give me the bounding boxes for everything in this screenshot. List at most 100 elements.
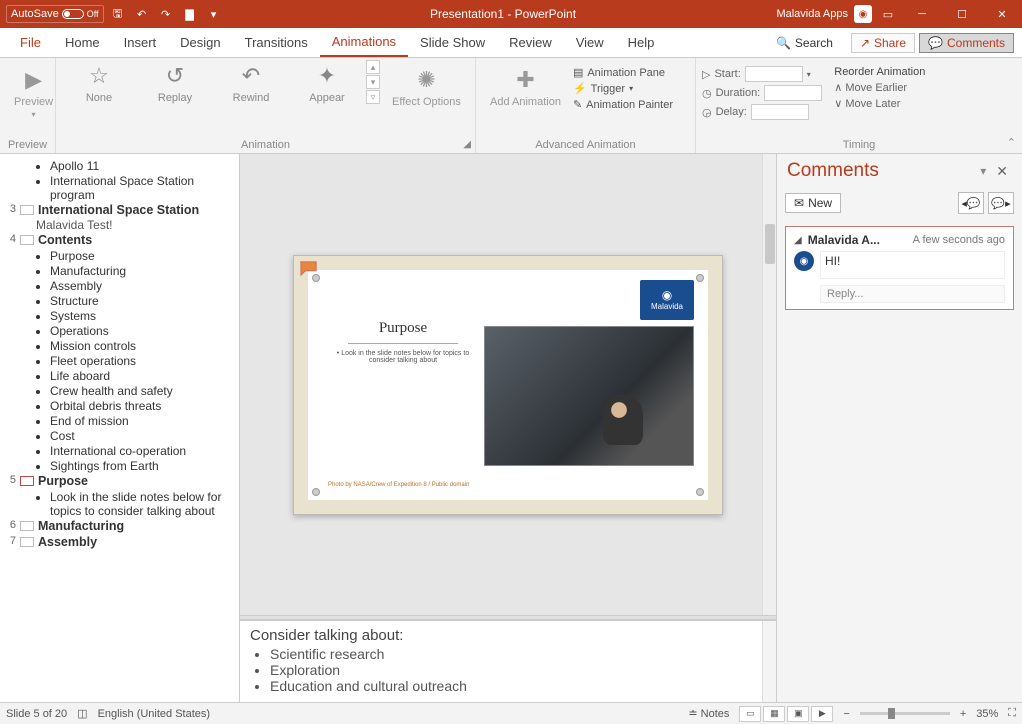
- tab-help[interactable]: Help: [616, 28, 667, 57]
- slide-title[interactable]: Purpose: [328, 320, 478, 341]
- tab-review[interactable]: Review: [497, 28, 564, 57]
- comment-thread[interactable]: ◢ Malavida A... A few seconds ago ◉ HI! …: [785, 226, 1014, 310]
- slideshow-view-button[interactable]: ▶: [811, 706, 833, 722]
- tab-transitions[interactable]: Transitions: [233, 28, 320, 57]
- fit-to-window-button[interactable]: ⛶: [1008, 707, 1016, 720]
- start-from-beginning-icon[interactable]: ▇: [180, 4, 200, 24]
- outline-bullet[interactable]: Purpose: [50, 248, 239, 263]
- outline-subtitle[interactable]: Malavida Test!: [4, 218, 239, 232]
- outline-bullet[interactable]: Structure: [50, 293, 239, 308]
- next-comment-button[interactable]: 💬▸: [988, 192, 1014, 214]
- tab-animations[interactable]: Animations: [320, 28, 408, 57]
- notes-scrollbar[interactable]: [762, 621, 776, 702]
- delay-input[interactable]: [751, 104, 809, 120]
- outline-bullet[interactable]: Sightings from Earth: [50, 458, 239, 473]
- notes-toggle[interactable]: ≐ Notes: [688, 707, 729, 720]
- zoom-in-button[interactable]: +: [960, 708, 966, 720]
- language-status[interactable]: English (United States): [98, 708, 211, 720]
- canvas-scrollbar[interactable]: [762, 154, 776, 615]
- user-avatar-icon[interactable]: ◉: [854, 5, 872, 23]
- close-button[interactable]: ✕: [982, 0, 1022, 28]
- ribbon-display-icon[interactable]: ▭: [878, 4, 898, 24]
- outline-slide-4[interactable]: 4Contents: [4, 232, 239, 248]
- outline-slide-5[interactable]: 5Purpose: [4, 473, 239, 489]
- outline-bullet[interactable]: Mission controls: [50, 338, 239, 353]
- prev-comment-button[interactable]: ◂💬: [958, 192, 984, 214]
- start-input[interactable]: [745, 66, 803, 82]
- undo-icon[interactable]: ↶: [132, 4, 152, 24]
- outline-bullet[interactable]: End of mission: [50, 413, 239, 428]
- effect-options-button[interactable]: ✺Effect Options: [384, 60, 469, 114]
- outline-bullet[interactable]: Operations: [50, 323, 239, 338]
- outline-bullet[interactable]: International co-operation: [50, 443, 239, 458]
- outline-bullet[interactable]: Assembly: [50, 278, 239, 293]
- user-name[interactable]: Malavida Apps: [776, 8, 848, 20]
- animation-pane-button[interactable]: ▤Animation Pane: [573, 66, 673, 79]
- comments-pane-close[interactable]: ✕: [992, 163, 1012, 180]
- notes-heading[interactable]: Consider talking about:: [250, 627, 766, 644]
- outline-pane[interactable]: Apollo 11 International Space Station pr…: [0, 154, 240, 702]
- new-comment-button[interactable]: ✉New: [785, 193, 841, 213]
- slide-body[interactable]: • Look in the slide notes below for topi…: [328, 350, 478, 364]
- outline-bullet[interactable]: Cost: [50, 428, 239, 443]
- outline-bullet[interactable]: Manufacturing: [50, 263, 239, 278]
- tab-design[interactable]: Design: [168, 28, 232, 57]
- notes-pane[interactable]: Consider talking about: Scientific resea…: [240, 620, 776, 702]
- outline-slide-6[interactable]: 6Manufacturing: [4, 518, 239, 534]
- minimize-button[interactable]: ─: [902, 0, 942, 28]
- search-icon[interactable]: 🔍: [776, 36, 791, 50]
- tab-home[interactable]: Home: [53, 28, 112, 57]
- animation-gallery[interactable]: ☆None ↺Replay ↶Rewind ✦Appear ▴▾▿: [62, 60, 380, 104]
- tab-view[interactable]: View: [564, 28, 616, 57]
- collapse-icon[interactable]: ◢: [794, 235, 802, 246]
- tab-insert[interactable]: Insert: [112, 28, 169, 57]
- zoom-out-button[interactable]: −: [843, 708, 849, 720]
- outline-bullet[interactable]: Apollo 11: [50, 158, 239, 173]
- gallery-scroll[interactable]: ▴▾▿: [366, 60, 380, 104]
- notes-item[interactable]: Scientific research: [270, 646, 766, 662]
- zoom-slider[interactable]: [860, 712, 950, 715]
- notes-item[interactable]: Exploration: [270, 662, 766, 678]
- slide[interactable]: ◉Malavida Purpose • Look in the slide no…: [293, 255, 723, 515]
- reply-input[interactable]: Reply...: [820, 285, 1005, 303]
- anim-replay[interactable]: ↺Replay: [138, 60, 212, 104]
- anim-appear[interactable]: ✦Appear: [290, 60, 364, 104]
- maximize-button[interactable]: ☐: [942, 0, 982, 28]
- sorter-view-button[interactable]: ▦: [763, 706, 785, 722]
- comments-pane-dropdown[interactable]: ▾: [974, 164, 992, 178]
- outline-bullet[interactable]: Life aboard: [50, 368, 239, 383]
- comment-text[interactable]: HI!: [820, 251, 1005, 279]
- search-label[interactable]: Search: [795, 36, 847, 50]
- anim-rewind[interactable]: ↶Rewind: [214, 60, 288, 104]
- move-later-button[interactable]: ∨ Move Later: [834, 97, 925, 110]
- slide-canvas[interactable]: ◉Malavida Purpose • Look in the slide no…: [240, 154, 776, 615]
- animation-dialog-launcher[interactable]: ◢: [463, 139, 471, 150]
- comment-indicator-icon[interactable]: [298, 260, 320, 278]
- duration-input[interactable]: [764, 85, 822, 101]
- tab-file[interactable]: File: [8, 28, 53, 57]
- accessibility-icon[interactable]: ◫: [77, 707, 87, 720]
- preview-button[interactable]: ▶Preview▾: [6, 60, 61, 125]
- anim-none[interactable]: ☆None: [62, 60, 136, 104]
- outline-slide-7[interactable]: 7Assembly: [4, 534, 239, 550]
- slide-photo[interactable]: [484, 326, 694, 466]
- save-icon[interactable]: 🖫: [108, 4, 128, 24]
- collapse-ribbon-button[interactable]: ⌃: [1007, 136, 1016, 149]
- outline-slide-3[interactable]: 3International Space Station: [4, 202, 239, 218]
- outline-bullet[interactable]: Crew health and safety: [50, 383, 239, 398]
- outline-bullet[interactable]: Look in the slide notes below for topics…: [50, 489, 239, 518]
- zoom-level[interactable]: 35%: [976, 708, 998, 720]
- autosave-toggle[interactable]: AutoSave Off: [6, 5, 104, 23]
- qat-dropdown-icon[interactable]: ▾: [204, 4, 224, 24]
- animation-painter-button[interactable]: ✎Animation Painter: [573, 98, 673, 111]
- share-button[interactable]: ↗Share: [851, 33, 915, 53]
- add-animation-button[interactable]: ✚Add Animation: [482, 60, 569, 114]
- tab-slideshow[interactable]: Slide Show: [408, 28, 497, 57]
- normal-view-button[interactable]: ▭: [739, 706, 761, 722]
- reading-view-button[interactable]: ▣: [787, 706, 809, 722]
- trigger-button[interactable]: ⚡Trigger▾: [573, 82, 673, 95]
- comments-button[interactable]: 💬Comments: [919, 33, 1014, 53]
- notes-item[interactable]: Education and cultural outreach: [270, 678, 766, 694]
- move-earlier-button[interactable]: ∧ Move Earlier: [834, 81, 925, 94]
- slide-position[interactable]: Slide 5 of 20: [6, 708, 67, 720]
